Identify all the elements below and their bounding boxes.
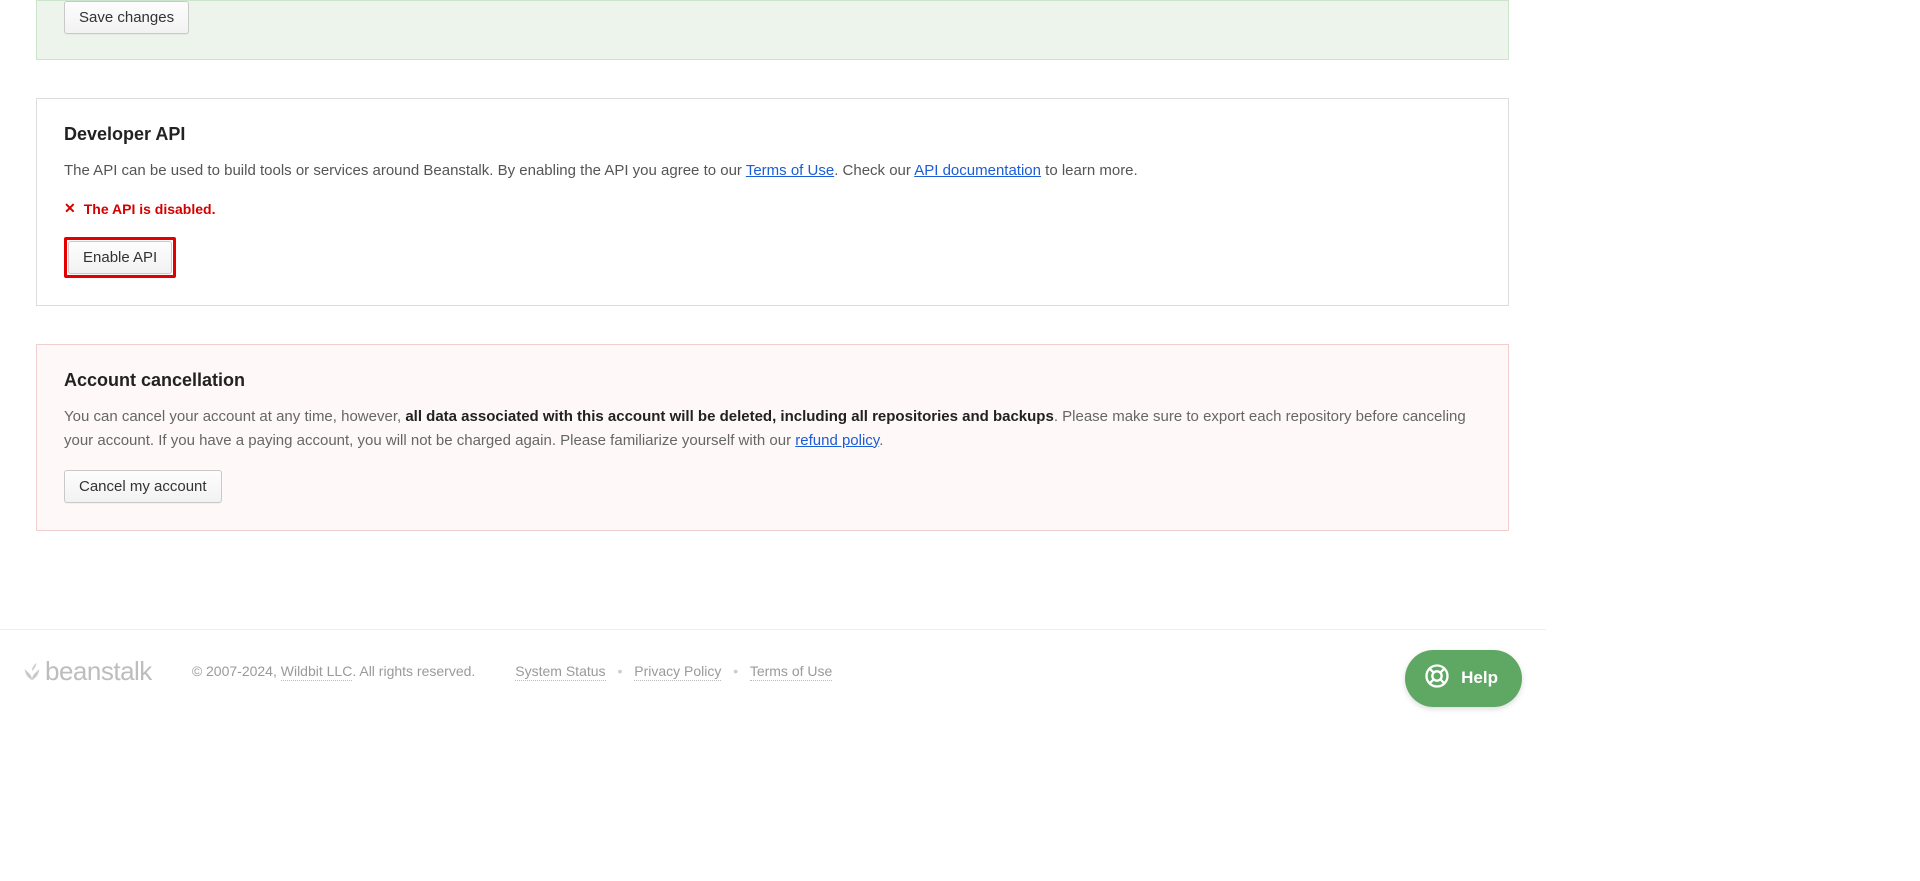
refund-policy-link[interactable]: refund policy bbox=[795, 432, 879, 449]
account-cancellation-panel: Account cancellation You can cancel your… bbox=[36, 344, 1509, 531]
cancel-my-account-button[interactable]: Cancel my account bbox=[64, 470, 222, 503]
help-label: Help bbox=[1461, 668, 1498, 688]
footer-links: System Status • Privacy Policy • Terms o… bbox=[515, 663, 832, 679]
system-status-link[interactable]: System Status bbox=[515, 663, 605, 681]
wildbit-link[interactable]: Wildbit LLC bbox=[281, 663, 353, 681]
api-desc-text-2: . Check our bbox=[834, 162, 914, 179]
privacy-policy-link[interactable]: Privacy Policy bbox=[634, 663, 721, 681]
enable-api-highlight: Enable API bbox=[64, 237, 176, 278]
page-scroll-viewport[interactable]: Save changes Developer API The API can b… bbox=[0, 0, 1920, 881]
terms-of-use-link[interactable]: Terms of Use bbox=[746, 162, 834, 179]
save-changes-button[interactable]: Save changes bbox=[64, 1, 189, 34]
developer-api-description: The API can be used to build tools or se… bbox=[64, 159, 1481, 182]
beanstalk-logo: beanstalk bbox=[21, 656, 152, 687]
api-disabled-label: The API is disabled. bbox=[84, 201, 216, 217]
account-cancellation-title: Account cancellation bbox=[64, 370, 1481, 391]
terms-of-use-footer-link[interactable]: Terms of Use bbox=[750, 663, 832, 681]
separator-dot: • bbox=[733, 663, 738, 679]
developer-api-panel: Developer API The API can be used to bui… bbox=[36, 98, 1509, 306]
save-settings-panel: Save changes bbox=[36, 0, 1509, 60]
copyright-prefix: © 2007-2024, bbox=[192, 663, 281, 679]
page-footer: beanstalk © 2007-2024, Wildbit LLC. All … bbox=[0, 629, 1546, 727]
lifebuoy-icon bbox=[1423, 662, 1451, 695]
developer-api-title: Developer API bbox=[64, 124, 1481, 145]
leaf-icon bbox=[21, 658, 43, 680]
enable-api-button[interactable]: Enable API bbox=[68, 241, 172, 274]
api-desc-text-3: to learn more. bbox=[1041, 162, 1138, 179]
copyright-suffix: . All rights reserved. bbox=[352, 663, 475, 679]
api-documentation-link[interactable]: API documentation bbox=[914, 162, 1041, 179]
x-icon: ✕ bbox=[64, 200, 76, 217]
api-desc-text-1: The API can be used to build tools or se… bbox=[64, 162, 746, 179]
cancel-text-bold: all data associated with this account wi… bbox=[405, 408, 1054, 425]
copyright-text: © 2007-2024, Wildbit LLC. All rights res… bbox=[192, 663, 475, 679]
separator-dot: • bbox=[617, 663, 622, 679]
cancel-text-1: You can cancel your account at any time,… bbox=[64, 408, 405, 425]
api-disabled-status: ✕ The API is disabled. bbox=[64, 200, 1481, 217]
help-button[interactable]: Help bbox=[1405, 650, 1522, 707]
logo-text: beanstalk bbox=[45, 656, 152, 687]
account-cancellation-description: You can cancel your account at any time,… bbox=[64, 405, 1481, 452]
cancel-text-3: . bbox=[879, 432, 883, 449]
